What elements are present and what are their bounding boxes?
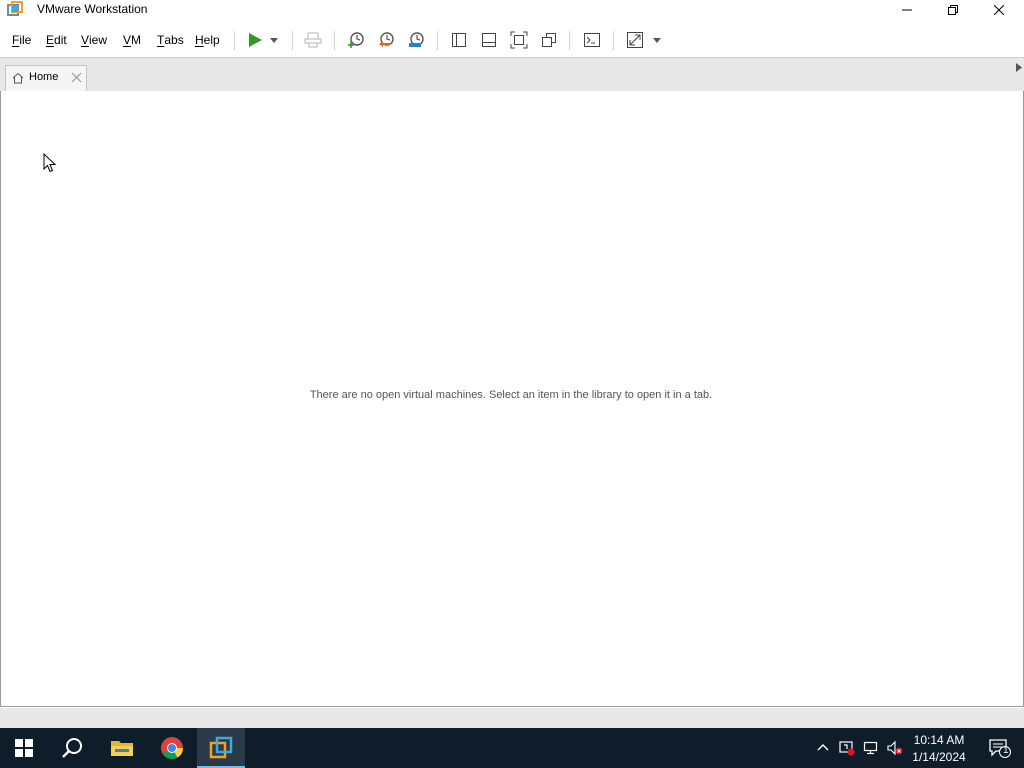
show-library-button[interactable]	[447, 29, 471, 51]
toolbar-separator	[292, 31, 293, 50]
unity-icon	[542, 33, 556, 47]
toolbar-separator	[334, 31, 335, 50]
dropdown-arrow-icon	[653, 37, 661, 43]
chrome-button[interactable]	[148, 728, 196, 768]
menu-toolbar: File Edit View VM Tabs Help	[0, 24, 1024, 56]
home-content-area: There are no open virtual machines. Sele…	[0, 91, 1024, 707]
windows-start-icon	[15, 739, 33, 757]
action-center-button[interactable]: 1	[980, 728, 1020, 768]
show-hidden-icons-chevron-icon[interactable]	[815, 740, 831, 756]
empty-state-message: There are no open virtual machines. Sele…	[309, 389, 713, 401]
send-ctrl-alt-del-icon	[304, 32, 322, 48]
chrome-icon	[161, 737, 183, 759]
menu-file[interactable]: File	[12, 33, 31, 47]
full-screen-icon	[510, 31, 528, 49]
toolbar-separator	[569, 31, 570, 50]
tab-scroll-right-icon[interactable]	[1016, 63, 1022, 72]
restore-icon	[948, 5, 958, 15]
vmware-workstation-icon	[209, 736, 233, 759]
vmware-window: VMware Workstation File Edit View VM Tab…	[0, 0, 1024, 728]
taskbar-clock[interactable]: 10:14 AM 1/14/2024	[906, 732, 972, 766]
menu-vm[interactable]: VM	[123, 33, 141, 47]
revert-snapshot-icon	[379, 32, 394, 47]
menu-help[interactable]: Help	[195, 33, 220, 47]
close-tab-icon[interactable]	[71, 72, 82, 83]
show-thumbnail-bar-icon	[482, 33, 496, 47]
clock-time: 10:14 AM	[913, 733, 965, 747]
show-thumbnail-bar-button[interactable]	[477, 29, 501, 51]
file-explorer-button[interactable]	[98, 728, 146, 768]
menu-tabs[interactable]: Tabs	[157, 33, 184, 47]
toolbar-separator	[613, 31, 614, 50]
search-icon	[62, 738, 82, 758]
minimize-button[interactable]	[884, 0, 930, 20]
power-dropdown-button[interactable]	[266, 29, 282, 51]
stretch-dropdown-button[interactable]	[649, 29, 665, 51]
network-disconnected-icon[interactable]	[863, 740, 879, 756]
stretch-guest-icon	[627, 32, 643, 48]
send-ctrl-alt-del-button[interactable]	[301, 29, 325, 51]
stretch-guest-button[interactable]	[623, 29, 647, 51]
console-view-button[interactable]	[580, 29, 604, 51]
show-library-icon	[452, 33, 466, 47]
vmware-taskbar-button[interactable]	[197, 728, 245, 768]
close-icon	[994, 5, 1004, 15]
vmware-app-icon	[7, 1, 23, 16]
revert-snapshot-button[interactable]	[374, 29, 398, 51]
status-bar	[0, 708, 1024, 728]
home-icon	[12, 72, 24, 84]
console-view-icon	[584, 33, 600, 47]
unity-button[interactable]	[537, 29, 561, 51]
search-button[interactable]	[48, 728, 96, 768]
minimize-icon	[902, 9, 912, 11]
security-alert-icon[interactable]	[839, 740, 855, 756]
menu-view[interactable]: View	[81, 33, 107, 47]
tab-label: Home	[29, 71, 59, 83]
title-bar[interactable]: VMware Workstation	[0, 0, 1024, 20]
take-snapshot-icon	[348, 32, 364, 48]
full-screen-button[interactable]	[507, 29, 531, 51]
window-title: VMware Workstation	[37, 2, 148, 16]
snapshot-manager-button[interactable]	[404, 29, 428, 51]
volume-muted-icon[interactable]	[887, 740, 903, 756]
toolbar-separator	[437, 31, 438, 50]
dropdown-arrow-icon	[270, 37, 278, 43]
close-button[interactable]	[976, 0, 1022, 20]
mouse-cursor-icon	[43, 153, 57, 173]
take-snapshot-button[interactable]	[344, 29, 368, 51]
tab-home[interactable]: Home	[5, 65, 87, 91]
notification-count: 1	[1003, 745, 1009, 756]
windows-taskbar: 10:14 AM 1/14/2024 1	[0, 728, 1024, 768]
toolbar-separator	[234, 31, 235, 50]
snapshot-manager-icon	[409, 32, 424, 47]
clock-date: 1/14/2024	[912, 750, 966, 764]
menu-edit[interactable]: Edit	[46, 33, 67, 47]
power-on-button[interactable]	[243, 29, 267, 51]
power-on-icon	[249, 33, 262, 47]
start-button[interactable]	[0, 728, 48, 768]
tab-strip: Home	[0, 57, 1024, 91]
file-explorer-icon	[111, 741, 133, 756]
restore-button[interactable]	[930, 0, 976, 20]
